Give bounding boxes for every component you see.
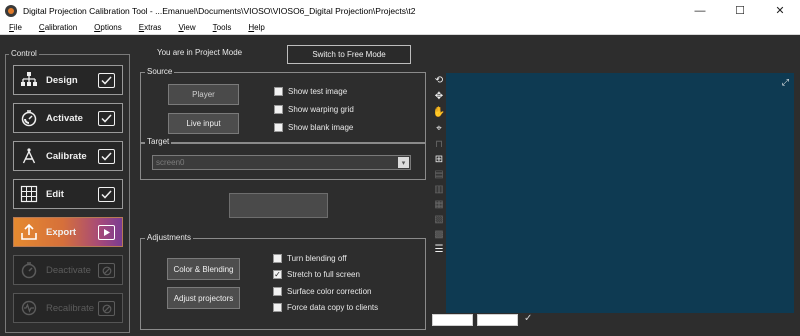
rotate-icon[interactable]: ⟲ [433, 75, 445, 87]
design-button[interactable]: Design [13, 65, 123, 95]
calibrate-button[interactable]: Calibrate [13, 141, 123, 171]
edit-grid-icon [18, 183, 40, 205]
mode-status-text: You are in Project Mode [157, 48, 243, 57]
force-data-copy-label: Force data copy to clients [287, 303, 379, 312]
player-button[interactable]: Player [168, 84, 239, 105]
dim-tool-icon[interactable]: ▧ [433, 214, 445, 226]
viewport-toolbar: ⟲ ✥ ✋ ⌖ ⊓ ⊞ ▤ ▥ ▦ ▧ ▩ ☰ [432, 73, 446, 313]
target-select[interactable]: screen0 ▾ [152, 155, 411, 170]
list-icon[interactable]: ☰ [433, 244, 445, 256]
checkmark-icon [98, 149, 115, 164]
hand-icon[interactable]: ✋ [433, 107, 445, 119]
menu-file[interactable]: File [9, 23, 22, 32]
chevron-down-icon[interactable]: ▾ [398, 157, 409, 168]
projection-viewport[interactable]: ⤢ [446, 73, 794, 313]
surface-color-correction-checkbox[interactable] [273, 287, 282, 296]
disabled-icon [98, 301, 115, 316]
show-warping-grid-label: Show warping grid [288, 105, 354, 114]
export-button[interactable]: Export [13, 217, 123, 247]
calibrate-label: Calibrate [46, 150, 87, 162]
show-test-image-option[interactable]: Show test image [274, 87, 347, 96]
maximize-button[interactable]: ☐ [720, 0, 760, 21]
close-button[interactable]: ✕ [760, 0, 800, 21]
adjustments-group: Adjustments Color & Blending Adjust proj… [140, 233, 426, 330]
pin-icon[interactable]: ⌖ [433, 123, 445, 135]
checkmark-icon [98, 187, 115, 202]
fullscreen-icon[interactable]: ⤢ [782, 77, 789, 88]
force-data-copy-option[interactable]: Force data copy to clients [273, 303, 378, 312]
menu-calibration[interactable]: Calibration [39, 23, 77, 32]
show-blank-image-option[interactable]: Show blank image [274, 123, 353, 132]
stretch-full-screen-label: Stretch to full screen [287, 270, 360, 279]
calibrate-compass-icon [18, 145, 40, 167]
menu-help[interactable]: Help [248, 23, 264, 32]
deactivate-icon [18, 259, 40, 281]
show-warping-grid-checkbox[interactable] [274, 105, 283, 114]
source-group-label: Source [145, 67, 175, 76]
recalibrate-icon [18, 297, 40, 319]
play-icon [98, 225, 115, 240]
color-blending-button[interactable]: Color & Blending [167, 258, 240, 280]
unlabeled-button[interactable] [229, 193, 328, 218]
export-tray-icon [18, 221, 40, 243]
control-group: Control Design Activate Calibrate Edit E… [5, 49, 130, 333]
menu-view[interactable]: View [178, 23, 195, 32]
show-warping-grid-option[interactable]: Show warping grid [274, 105, 354, 114]
target-selected-value: screen0 [156, 158, 185, 167]
recalibrate-button[interactable]: Recalibrate [13, 293, 123, 323]
menu-bar: File Calibration Options Extras View Too… [0, 21, 800, 35]
surface-color-correction-label: Surface color correction [287, 287, 372, 296]
show-test-image-label: Show test image [288, 87, 348, 96]
show-test-image-checkbox[interactable] [274, 87, 283, 96]
turn-blending-off-label: Turn blending off [287, 254, 347, 263]
deactivate-button[interactable]: Deactivate [13, 255, 123, 285]
show-blank-image-label: Show blank image [288, 123, 354, 132]
dim-tool-icon[interactable]: ▩ [433, 229, 445, 241]
recalibrate-label: Recalibrate [46, 302, 95, 314]
turn-blending-off-option[interactable]: Turn blending off [273, 254, 347, 263]
stretch-full-screen-option[interactable]: ✓ Stretch to full screen [273, 270, 360, 279]
design-label: Design [46, 74, 78, 86]
design-tree-icon [18, 69, 40, 91]
adjust-projectors-button[interactable]: Adjust projectors [167, 287, 240, 309]
dim-tool-icon[interactable]: ⊓ [433, 139, 445, 151]
minimize-button[interactable]: — [680, 0, 720, 21]
app-logo-icon [5, 4, 17, 17]
target-group: Target screen0 ▾ [140, 137, 426, 180]
adjustments-group-label: Adjustments [145, 233, 194, 242]
source-group: Source Player Live input Show test image… [140, 67, 426, 144]
live-input-button[interactable]: Live input [168, 113, 239, 134]
deactivate-label: Deactivate [46, 264, 91, 276]
checkmark-icon [98, 73, 115, 88]
activate-timer-icon [18, 107, 40, 129]
disabled-icon [98, 263, 115, 278]
viewport-field-2[interactable] [477, 314, 518, 326]
switch-free-mode-button[interactable]: Switch to Free Mode [287, 45, 411, 64]
menu-options[interactable]: Options [94, 23, 122, 32]
target-group-label: Target [145, 137, 172, 146]
menu-extras[interactable]: Extras [139, 23, 162, 32]
checkmark-icon [98, 111, 115, 126]
dim-tool-icon[interactable]: ▥ [433, 184, 445, 196]
dim-tool-icon[interactable]: ▦ [433, 199, 445, 211]
stretch-full-screen-checkbox[interactable]: ✓ [273, 270, 282, 279]
export-label: Export [46, 226, 77, 238]
dim-tool-icon[interactable]: ▤ [433, 169, 445, 181]
show-blank-image-checkbox[interactable] [274, 123, 283, 132]
menu-tools[interactable]: Tools [213, 23, 232, 32]
activate-label: Activate [46, 112, 83, 124]
grid-icon[interactable]: ⊞ [433, 154, 445, 166]
force-data-copy-checkbox[interactable] [273, 303, 282, 312]
edit-label: Edit [46, 188, 64, 200]
title-bar: Digital Projection Calibration Tool - ..… [0, 0, 800, 21]
move-icon[interactable]: ✥ [433, 91, 445, 103]
control-group-label: Control [9, 49, 39, 58]
turn-blending-off-checkbox[interactable] [273, 254, 282, 263]
viewport-field-1[interactable] [432, 314, 473, 326]
window-title: Digital Projection Calibration Tool - ..… [23, 5, 416, 16]
edit-button[interactable]: Edit [13, 179, 123, 209]
surface-color-correction-option[interactable]: Surface color correction [273, 287, 371, 296]
activate-button[interactable]: Activate [13, 103, 123, 133]
apply-check-icon[interactable]: ✓ [524, 313, 532, 324]
